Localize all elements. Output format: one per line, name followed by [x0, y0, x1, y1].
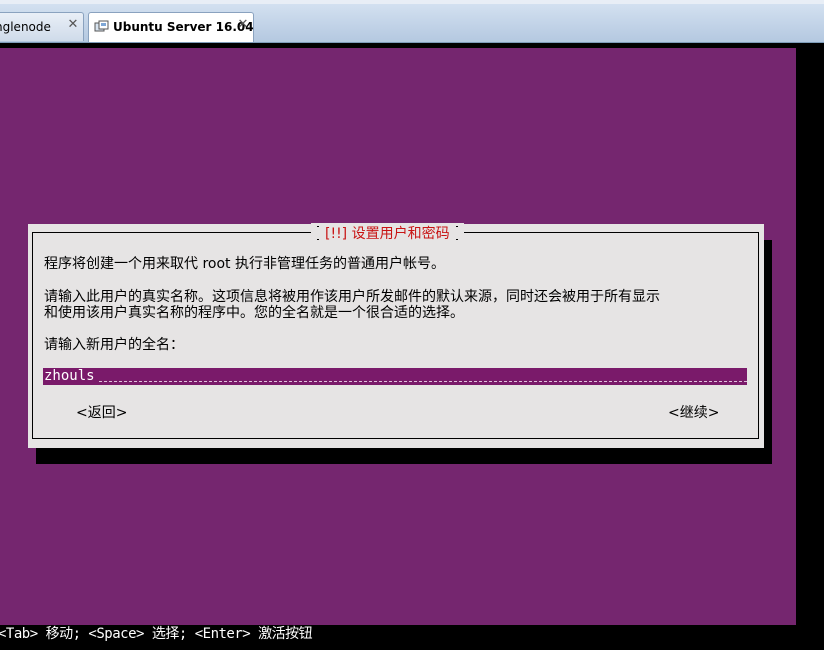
keyboard-help-line: <Tab> 移动; <Space> 选择; <Enter> 激活按钮: [0, 626, 313, 642]
setup-user-dialog: [!!] 设置用户和密码 程序将创建一个用来取代 root 执行非管理任务的普通…: [28, 223, 764, 448]
title-bracket-right: [455, 226, 458, 240]
virtual-machine-icon: [94, 20, 109, 32]
continue-button[interactable]: <继续>: [668, 402, 719, 422]
full-name-value: zhouls: [44, 368, 95, 384]
dialog-title: [!!] 设置用户和密码: [325, 226, 450, 242]
intro-text: 程序将创建一个用来取代 root 执行非管理任务的普通用户帐号。: [44, 256, 445, 272]
window-top-strip: [0, 0, 824, 4]
vm-tab-bar: nglenode ✕ Ubuntu Server 16.04 ✕: [0, 0, 824, 43]
tab-singlenode[interactable]: nglenode ✕: [0, 12, 84, 41]
back-button[interactable]: <返回>: [76, 402, 127, 422]
tab-ubuntu-server[interactable]: Ubuntu Server 16.04 ✕: [88, 12, 254, 42]
close-icon[interactable]: ✕: [236, 18, 250, 32]
dialog-title-bar: [!!] 设置用户和密码: [311, 223, 464, 243]
close-icon[interactable]: ✕: [66, 18, 80, 32]
full-name-prompt: 请输入新用户的全名：: [44, 337, 184, 353]
description-line-1: 请输入此用户的真实名称。这项信息将被用作该用户所发邮件的默认来源，同时还会被用于…: [44, 289, 660, 305]
tab-label: nglenode: [0, 20, 51, 34]
full-name-input[interactable]: zhouls: [43, 368, 747, 385]
description-line-2: 和使用该用户真实名称的程序中。您的全名就是一个很合适的选择。: [44, 305, 464, 321]
input-fill-line: [99, 381, 747, 382]
tab-label: Ubuntu Server 16.04: [113, 20, 254, 34]
console-border: [796, 48, 824, 650]
